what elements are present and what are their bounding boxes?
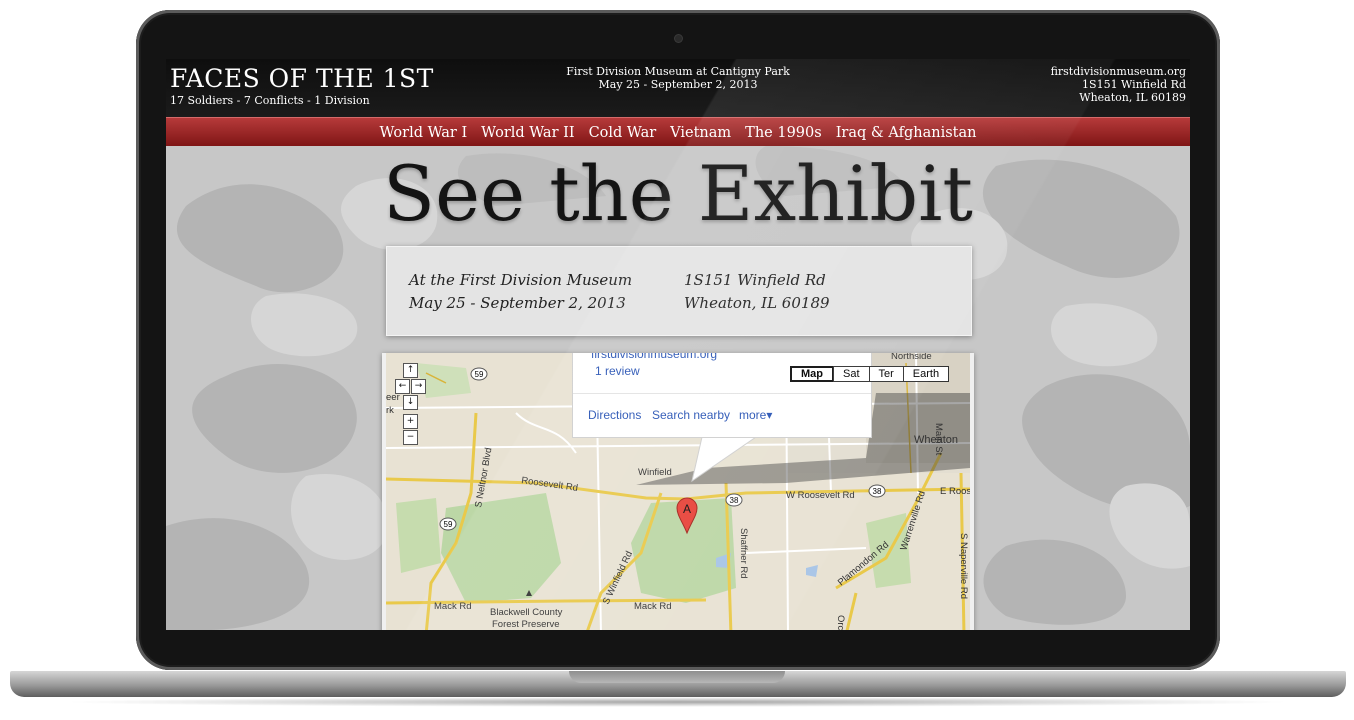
- venue-name: First Division Museum at Cantigny Park: [566, 65, 790, 78]
- map-type-sat[interactable]: Sat: [833, 366, 870, 382]
- label-w-roosevelt-rd: W Roosevelt Rd: [786, 490, 855, 501]
- bubble-site-link[interactable]: firstdivisionmuseum.org: [591, 353, 717, 361]
- directions-link[interactable]: Directions: [588, 408, 641, 422]
- bubble-reviews-link[interactable]: 1 review: [595, 364, 640, 378]
- pan-right-button[interactable]: →: [411, 379, 426, 394]
- pond: [806, 565, 818, 577]
- zoom-in-button[interactable]: +: [403, 414, 418, 429]
- nav-world-war-ii[interactable]: World War II: [481, 125, 574, 141]
- more-link[interactable]: more▾: [739, 408, 772, 422]
- page-title: See the Exhibit: [383, 149, 973, 238]
- map-type-ter[interactable]: Ter: [868, 366, 904, 382]
- label-mack-rd-west: Mack Rd: [434, 601, 471, 612]
- nav-world-war-i[interactable]: World War I: [380, 125, 468, 141]
- exhibit-venue: At the First Division Museum May 25 - Se…: [409, 269, 632, 315]
- label-winfield: Winfield: [638, 467, 672, 478]
- site-header: FACES OF THE 1ST 17 Soldiers - 7 Conflic…: [166, 59, 1190, 117]
- label-s-neltnor-blvd: S Neltnor Blvd: [473, 447, 494, 509]
- search-nearby-link[interactable]: Search nearby: [652, 408, 730, 422]
- pan-left-button[interactable]: ←: [395, 379, 410, 394]
- label-blackwell-county: Blackwell County: [490, 607, 563, 618]
- route-59-shield-south: 59: [444, 520, 453, 529]
- label-s-winfield-rd: S Winfield Rd: [601, 549, 635, 606]
- site-tagline: 17 Soldiers - 7 Conflicts - 1 Division: [170, 94, 370, 107]
- nav-cold-war[interactable]: Cold War: [589, 125, 657, 141]
- venue-text: At the First Division Museum: [409, 271, 633, 289]
- label-s-naperville-rd: S Naperville Rd: [958, 533, 969, 599]
- label-orcha: Orcha: [835, 615, 846, 630]
- nav-iraq-afghanistan[interactable]: Iraq & Afghanistan: [836, 125, 977, 141]
- route-38-shield-west: 38: [730, 496, 739, 505]
- label-shaffner-rd: Shaffner Rd: [738, 528, 749, 579]
- laptop-shadow: [60, 697, 1294, 707]
- address-line2: Wheaton, IL 60189: [1079, 91, 1186, 104]
- label-forest-preserve: Forest Preserve: [492, 619, 560, 630]
- nav-the-1990s[interactable]: The 1990s: [745, 125, 822, 141]
- site-link[interactable]: firstdivisionmuseum.org: [1051, 65, 1186, 78]
- screen: FACES OF THE 1ST 17 Soldiers - 7 Conflic…: [166, 59, 1190, 630]
- address-line1: 1S151 Winfield Rd: [1082, 78, 1186, 91]
- main-nav: World War I World War II Cold War Vietna…: [166, 117, 1190, 147]
- page-content: See the Exhibit At the First Division Mu…: [166, 146, 1190, 630]
- map-frame: 59 59 38 38 Northside Main St Wheaton Wi…: [382, 353, 974, 630]
- label-mack-rd-east: Mack Rd: [634, 601, 671, 612]
- nav-vietnam[interactable]: Vietnam: [670, 125, 731, 141]
- exhibit-info-box: At the First Division Museum May 25 - Se…: [386, 246, 972, 336]
- street-text: 1S151 Winfield Rd: [684, 271, 826, 289]
- venue-dates: May 25 - September 2, 2013: [598, 78, 758, 91]
- pan-down-button[interactable]: ↓: [403, 395, 418, 410]
- laptop-notch: [569, 671, 785, 683]
- dates-text: May 25 - September 2, 2013: [409, 294, 626, 312]
- label-roosevelt-rd: Roosevelt Rd: [521, 475, 579, 494]
- google-map[interactable]: 59 59 38 38 Northside Main St Wheaton Wi…: [386, 353, 970, 630]
- exhibit-address: 1S151 Winfield Rd Wheaton, IL 60189: [684, 269, 830, 315]
- camera-icon: [675, 35, 682, 42]
- pin-letter: A: [683, 502, 691, 516]
- bubble-divider: [573, 393, 871, 394]
- park-green-west: [396, 498, 441, 573]
- map-type-map[interactable]: Map: [790, 366, 834, 382]
- city-text: Wheaton, IL 60189: [684, 294, 830, 312]
- label-northside: Northside: [891, 353, 932, 362]
- forest-preserve-park: [441, 493, 561, 603]
- venue-info: First Division Museum at Cantigny Park M…: [166, 65, 1190, 91]
- label-rk: rk: [386, 405, 394, 416]
- zoom-out-button[interactable]: −: [403, 430, 418, 445]
- label-wheaton: Wheaton: [914, 434, 958, 446]
- pan-up-button[interactable]: ↑: [403, 363, 418, 378]
- map-type-earth[interactable]: Earth: [902, 366, 950, 382]
- label-e-roos: E Roos: [940, 486, 970, 497]
- route-59-shield-north: 59: [475, 370, 484, 379]
- map-type-control: Map Sat Ter Earth: [790, 366, 950, 382]
- contact-info: firstdivisionmuseum.org 1S151 Winfield R…: [1051, 65, 1186, 104]
- route-38-shield-east: 38: [873, 487, 882, 496]
